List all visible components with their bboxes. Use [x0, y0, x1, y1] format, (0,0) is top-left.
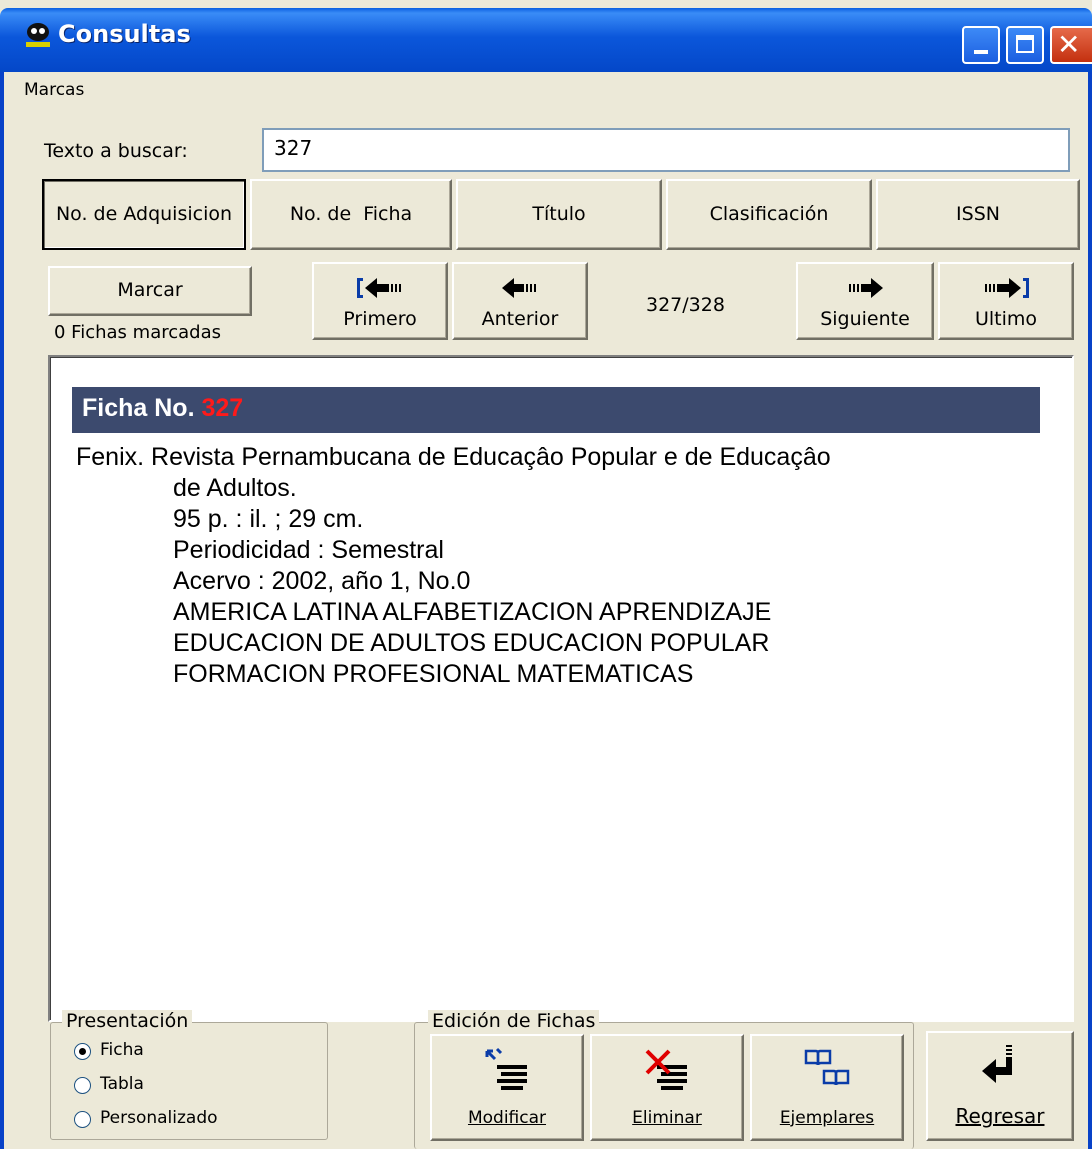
next-record-button[interactable]: Siguiente: [796, 262, 934, 340]
window-title: Consultas: [58, 20, 191, 48]
previous-arrow-icon: [500, 274, 540, 302]
search-label: Texto a buscar:: [44, 140, 188, 162]
marked-count-label: 0 Fichas marcadas: [54, 322, 221, 343]
record-line: AMERICA LATINA ALFABETIZACION APRENDIZAJ…: [173, 598, 772, 626]
maximize-icon: [1016, 35, 1034, 53]
search-by-ficha-label: No. de Ficha: [289, 202, 413, 225]
modify-label: Modificar: [467, 1107, 547, 1128]
delete-label: Eliminar: [632, 1107, 702, 1128]
record-line: Acervo : 2002, año 1, No.0: [173, 567, 471, 595]
record-line: 95 p. : il. ; 29 cm.: [173, 505, 364, 533]
previous-record-label: Anterior: [481, 308, 559, 331]
marcar-button[interactable]: Marcar: [48, 266, 252, 316]
record-header-label: Ficha No.: [82, 394, 195, 422]
record-header: Ficha No. 327: [72, 387, 1040, 433]
previous-record-button[interactable]: Anterior: [452, 262, 588, 340]
radio-personalizado[interactable]: [74, 1111, 91, 1128]
radio-personalizado-label[interactable]: Personalizado: [100, 1108, 218, 1128]
radio-tabla[interactable]: [74, 1077, 91, 1094]
radio-ficha[interactable]: [74, 1043, 91, 1060]
search-input[interactable]: 327: [262, 128, 1070, 172]
next-record-label: Siguiente: [820, 308, 910, 331]
first-record-button[interactable]: Primero: [312, 262, 448, 340]
app-logo-icon: [24, 22, 52, 48]
search-by-issn-button[interactable]: ISSN: [876, 179, 1080, 250]
return-button[interactable]: Regresar: [926, 1031, 1074, 1141]
record-line: FORMACION PROFESIONAL MATEMATICAS: [173, 660, 694, 688]
copies-books-icon: [802, 1044, 852, 1094]
modify-button[interactable]: Modificar: [430, 1034, 584, 1141]
record-line: EDUCACION DE ADULTOS EDUCACION POPULAR: [173, 629, 770, 657]
window-frame-right: [1088, 72, 1092, 1149]
minimize-icon: [974, 50, 988, 54]
minimize-button[interactable]: [962, 26, 1000, 64]
first-arrow-icon: [355, 274, 405, 302]
presentation-legend: Presentación: [62, 1010, 193, 1032]
record-number: 327: [201, 394, 244, 422]
delete-icon: [643, 1044, 691, 1094]
close-button[interactable]: ✕: [1050, 26, 1092, 64]
return-arrow-icon: [980, 1040, 1020, 1090]
close-icon: ✕: [1057, 28, 1081, 61]
edition-legend: Edición de Fichas: [428, 1010, 600, 1032]
record-position: 327/328: [646, 294, 725, 316]
window-frame-left: [0, 72, 4, 1149]
return-label: Regresar: [955, 1104, 1045, 1128]
copies-button[interactable]: Ejemplares: [750, 1034, 904, 1141]
search-by-clasificacion-button[interactable]: Clasificación: [666, 179, 872, 250]
delete-button[interactable]: Eliminar: [590, 1034, 744, 1141]
menu-bar: [4, 72, 1088, 106]
radio-tabla-label[interactable]: Tabla: [100, 1074, 144, 1094]
maximize-button[interactable]: [1006, 26, 1044, 64]
first-record-label: Primero: [343, 308, 417, 331]
record-line: Periodicidad : Semestral: [173, 536, 444, 564]
menu-item-marcas[interactable]: Marcas: [24, 80, 84, 100]
record-line: de Adultos.: [173, 474, 297, 502]
modify-icon: [483, 1044, 531, 1094]
copies-label: Ejemplares: [779, 1107, 875, 1128]
record-line: Fenix. Revista Pernambucana de Educaçâo …: [76, 443, 831, 471]
last-record-label: Ultimo: [974, 308, 1038, 331]
next-arrow-icon: [845, 274, 885, 302]
radio-ficha-label[interactable]: Ficha: [100, 1040, 144, 1060]
last-arrow-icon: [981, 274, 1031, 302]
search-by-adquisicion-button[interactable]: No. de Adquisicion: [42, 179, 246, 250]
search-by-titulo-button[interactable]: Título: [456, 179, 662, 250]
last-record-button[interactable]: Ultimo: [938, 262, 1074, 340]
search-by-ficha-button[interactable]: No. de Ficha: [250, 179, 452, 250]
